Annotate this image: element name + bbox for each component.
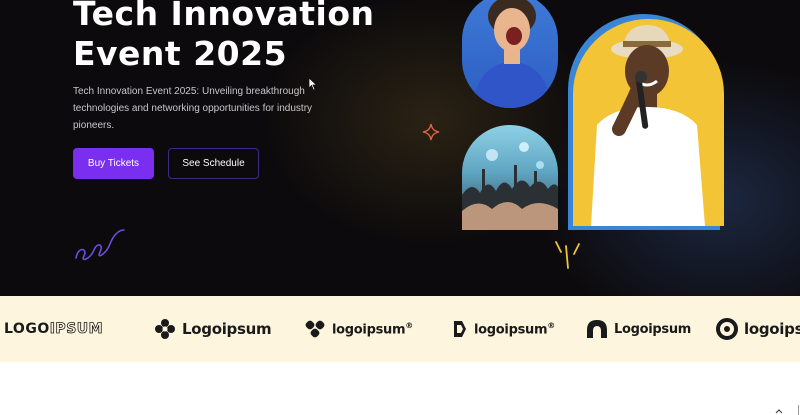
partner-logo-strip: LOGOIPSUM Logoipsum logoipsum® logoipsum… [0, 296, 800, 362]
logo-text: logoipsum® [474, 320, 555, 338]
photo-concert-crowd [462, 125, 558, 230]
hero-description: Tech Innovation Event 2025: Unveiling br… [73, 86, 313, 131]
logo-text: Logoipsum [182, 320, 272, 338]
partner-logo-3[interactable]: logoipsum® [304, 296, 413, 362]
partner-logo-2[interactable]: Logoipsum [154, 296, 272, 362]
mouse-cursor-icon [308, 77, 318, 91]
see-schedule-button[interactable]: See Schedule [168, 148, 259, 179]
hero-section: Tech Innovation Event 2025 Tech Innovati… [0, 0, 800, 296]
photo-singer [573, 19, 724, 226]
burst-lines-icon [555, 241, 580, 269]
logo-text: Logoipsum [614, 321, 692, 337]
partner-logo-6[interactable]: logoipsum [716, 296, 800, 362]
corner-arrow-icon [775, 405, 799, 415]
buy-tickets-button[interactable]: Buy Tickets [73, 148, 154, 179]
squiggle-decoration-icon [75, 229, 125, 261]
bracket-icon [452, 319, 468, 339]
hero-title-line1: Tech Innovation [73, 0, 375, 33]
photo-excited-man [462, 0, 558, 108]
partner-logo-4[interactable]: logoipsum® [452, 296, 555, 362]
sparkle-star-icon [422, 123, 440, 141]
logo-wordmark: LOGOIPSUM [4, 321, 104, 338]
hero-title-line2: Event 2025 [73, 34, 288, 73]
partner-logo-5[interactable]: Logoipsum [586, 296, 691, 362]
flower-icon [154, 318, 176, 340]
hero-title: Tech Innovation Event 2025 [73, 0, 375, 74]
excited-man-illustration [472, 0, 552, 108]
ring-icon [716, 318, 738, 340]
partner-logo-1[interactable]: LOGOIPSUM [4, 296, 103, 362]
concert-crowd-illustration [462, 142, 558, 230]
chain-icon [304, 319, 326, 339]
content-section [0, 362, 800, 415]
arch-icon [586, 319, 608, 339]
logo-text: logoipsum [744, 320, 800, 338]
logo-text: logoipsum® [332, 320, 413, 338]
singer-illustration [591, 25, 705, 226]
